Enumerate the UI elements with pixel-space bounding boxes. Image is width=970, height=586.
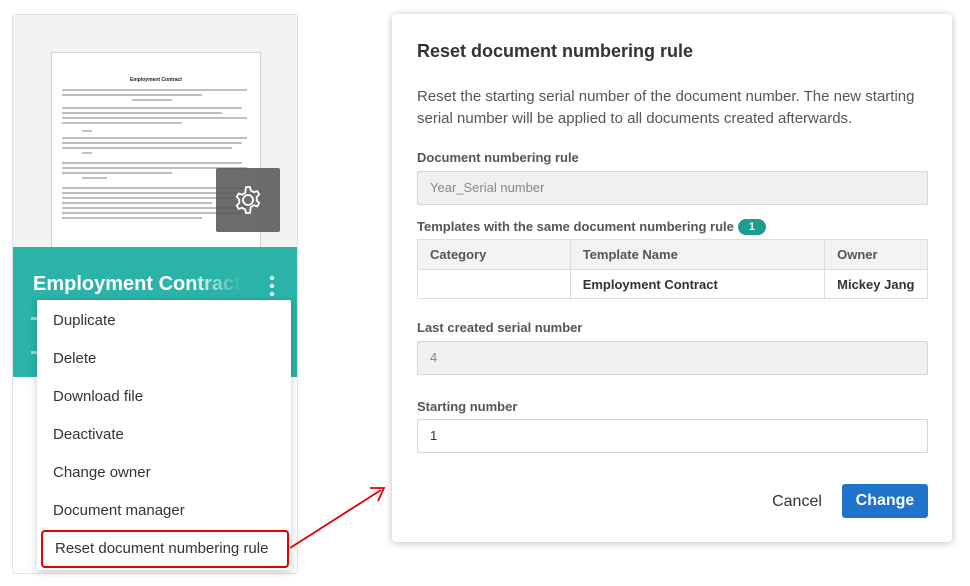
cell-category (417, 269, 571, 299)
preview-text-line (62, 107, 242, 109)
more-options-icon[interactable] (265, 275, 279, 297)
card-title: Employment Contract (33, 273, 241, 295)
preview-text-line (62, 94, 202, 96)
dialog-title: Reset document numbering rule (417, 41, 694, 61)
preview-text-line (62, 112, 222, 114)
column-header-template-name: Template Name (569, 239, 826, 270)
last-serial-field: 4 (417, 341, 928, 375)
menu-item-change-owner[interactable]: Change owner (37, 454, 291, 492)
menu-item-deactivate[interactable]: Deactivate (37, 416, 291, 454)
card-context-menu: Duplicate Delete Download file Deactivat… (37, 300, 291, 570)
preview-doc-title: Employment Contract (130, 77, 182, 83)
cell-template-name: Employment Contract (569, 269, 826, 299)
menu-item-document-manager[interactable]: Document manager (37, 492, 291, 530)
cell-owner: Mickey Jang (824, 269, 928, 299)
templates-same-rule-label: Templates with the same document numberi… (417, 219, 766, 235)
preview-text-line (62, 197, 242, 199)
column-header-category: Category (417, 239, 571, 270)
preview-text-line (82, 177, 107, 179)
menu-item-delete[interactable]: Delete (37, 340, 291, 378)
preview-text-line (62, 212, 242, 214)
gear-icon (235, 186, 261, 214)
preview-text-line (62, 89, 247, 91)
menu-item-reset-numbering-rule[interactable]: Reset document numbering rule (41, 530, 289, 568)
numbering-rule-field: Year_Serial number (417, 171, 928, 205)
template-thumbnail: Employment Contract (13, 15, 297, 247)
menu-item-duplicate[interactable]: Duplicate (37, 302, 291, 340)
numbering-rule-label: Document numbering rule (417, 150, 579, 165)
templates-same-rule-text: Templates with the same document numberi… (417, 219, 734, 234)
dialog-description: Reset the starting serial number of the … (417, 88, 915, 127)
templates-count-badge: 1 (737, 219, 766, 235)
preview-text-line (62, 217, 202, 219)
preview-text-line (62, 172, 172, 174)
preview-text-line (62, 192, 237, 194)
template-settings-button[interactable] (216, 168, 280, 232)
preview-text-line (62, 147, 232, 149)
preview-text-line (62, 202, 212, 204)
preview-text-line (62, 142, 242, 144)
templates-table: Category Template Name Owner Employment … (417, 239, 928, 299)
table-header-row: Category Template Name Owner (417, 239, 928, 270)
preview-text-line (62, 162, 242, 164)
preview-text-line (82, 152, 92, 154)
starting-number-input[interactable]: 1 (417, 419, 928, 453)
column-header-owner: Owner (824, 239, 928, 270)
preview-text-line (62, 122, 182, 124)
reset-numbering-dialog: Reset document numbering rule Reset the … (392, 14, 952, 542)
preview-text-line (62, 137, 247, 139)
preview-text-line (62, 117, 247, 119)
table-row: Employment Contract Mickey Jang (417, 269, 928, 299)
preview-text-line (82, 130, 92, 132)
last-serial-label: Last created serial number (417, 320, 583, 335)
change-button[interactable]: Change (842, 484, 928, 518)
cancel-button[interactable]: Cancel (762, 485, 832, 519)
preview-text-line (132, 99, 172, 101)
menu-item-download-file[interactable]: Download file (37, 378, 291, 416)
starting-number-label: Starting number (417, 399, 518, 414)
